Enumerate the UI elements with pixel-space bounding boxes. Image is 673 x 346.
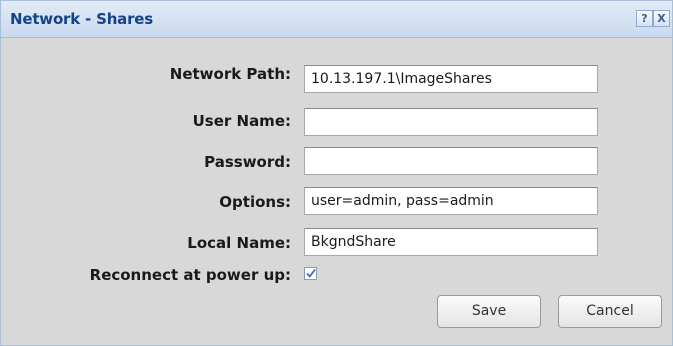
local-name-input[interactable] (304, 228, 598, 256)
dialog-titlebar[interactable]: Network - Shares ? X (1, 1, 672, 38)
close-icon[interactable]: X (653, 10, 670, 27)
network-shares-dialog: Network - Shares ? X Network Path: User … (0, 0, 673, 346)
password-label: Password: (204, 153, 291, 171)
save-button[interactable]: Save (437, 295, 541, 328)
help-icon[interactable]: ? (636, 10, 653, 27)
dialog-title: Network - Shares (10, 10, 154, 28)
checkmark-icon (306, 268, 316, 278)
user-name-input[interactable] (304, 108, 598, 136)
local-name-label: Local Name: (187, 234, 291, 252)
user-name-label: User Name: (192, 112, 291, 130)
network-path-input[interactable] (304, 65, 598, 93)
reconnect-checkbox[interactable] (304, 267, 317, 280)
reconnect-label: Reconnect at power up: (89, 266, 291, 284)
cancel-button[interactable]: Cancel (558, 295, 662, 328)
options-label: Options: (219, 193, 291, 211)
network-path-label: Network Path: (169, 65, 291, 83)
password-input[interactable] (304, 147, 598, 175)
options-input[interactable] (304, 187, 598, 215)
